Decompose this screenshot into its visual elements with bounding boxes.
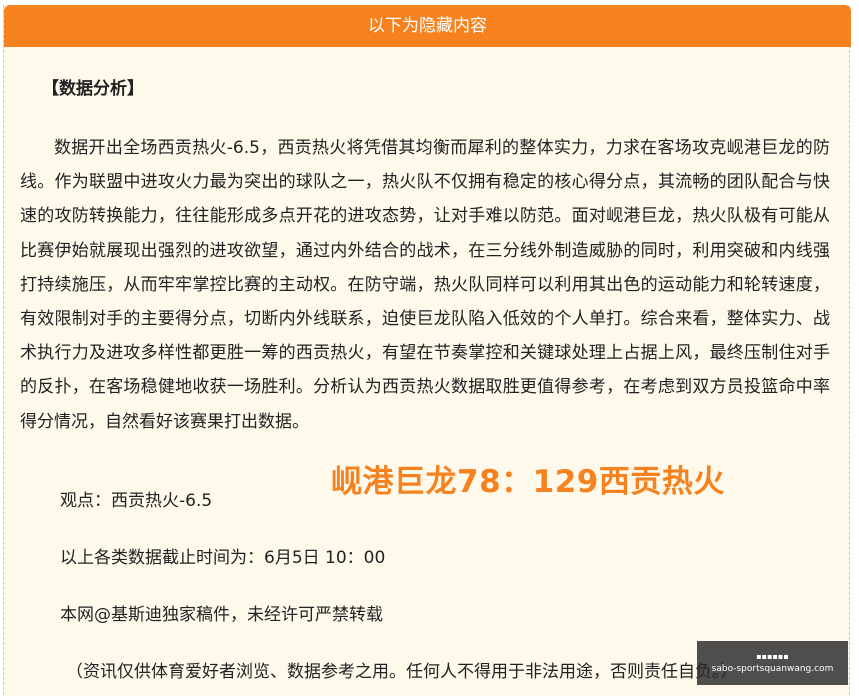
viewpoint-text: 观点：西贡热火-6.5 <box>60 491 213 511</box>
hidden-content-header: 以下为隐藏内容 <box>4 5 851 47</box>
section-title: 【数据分析】 <box>42 79 144 99</box>
site-watermark: ▪▪▪▪▪▪ sabo-sportsquanwang.com <box>697 641 848 685</box>
score-highlight: 岘港巨龙78：129西贡热火 <box>331 464 725 500</box>
watermark-url: sabo-sportsquanwang.com <box>711 664 834 674</box>
disclaimer-text: （资讯仅供体育爱好者浏览、数据参考之用。任何人不得用于非法用途，否则责任自负。） <box>66 662 738 682</box>
analysis-paragraph: 数据开出全场西贡热火-6.5，西贡热火将凭借其均衡而犀利的整体实力，力求在客场攻… <box>20 138 830 432</box>
copyright-notice: 本网@基斯迪独家稿件，未经许可严禁转载 <box>60 605 383 625</box>
deadline-text: 以上各类数据截止时间为：6月5日 10：00 <box>60 548 386 568</box>
watermark-logo-text: ▪▪▪▪▪▪ <box>756 652 789 661</box>
